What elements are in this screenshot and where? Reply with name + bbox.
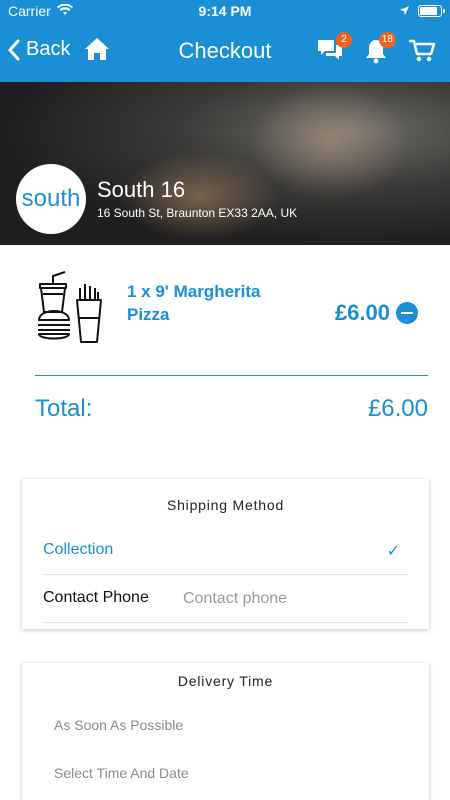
- messages-button[interactable]: 2: [316, 32, 352, 69]
- home-button[interactable]: [84, 36, 110, 67]
- cart-item: 1 x 9' Margherita Pizza £6.00: [35, 268, 430, 358]
- shipping-method-title: Shipping Method: [166, 497, 285, 513]
- restaurant-hero: south South 16 16 South St, Braunton EX3…: [0, 82, 450, 245]
- status-right-group: [399, 3, 445, 19]
- cart-item-name: 1 x 9' Margherita Pizza: [127, 282, 261, 324]
- hero-photo-highlight: [250, 82, 410, 202]
- restaurant-name: South 16: [97, 177, 186, 202]
- back-button[interactable]: Back: [8, 38, 70, 61]
- shipping-option-collection[interactable]: Collection ✓: [43, 527, 408, 575]
- checkmark-icon: ✓: [386, 543, 400, 560]
- home-icon: [85, 38, 109, 60]
- delivery-option-schedule[interactable]: Select Time And Date: [54, 765, 189, 781]
- shopping-cart-icon: [409, 39, 436, 62]
- total-label: Total:: [35, 395, 93, 422]
- battery-fill: [420, 7, 437, 15]
- location-arrow-icon: [399, 3, 410, 19]
- shipping-method-card: Shipping Method Collection ✓ Contact Pho…: [22, 479, 429, 629]
- contact-phone-row: Contact Phone: [43, 575, 408, 623]
- delivery-time-title: Delivery Time: [177, 673, 274, 689]
- restaurant-logo-text: south: [21, 185, 81, 212]
- shipping-option-label: Collection: [43, 541, 114, 558]
- cart-item-price: £6.00: [334, 300, 390, 325]
- contact-phone-label: Contact Phone: [43, 589, 149, 606]
- food-combo-icon: [35, 270, 103, 353]
- back-label: Back: [26, 38, 71, 60]
- contact-phone-input[interactable]: [183, 585, 383, 613]
- restaurant-address: 16 South St, Braunton EX33 2AA, UK: [97, 206, 298, 220]
- delivery-time-card: Delivery Time As Soon As Possible Select…: [22, 663, 429, 800]
- total-divider: [35, 375, 428, 376]
- cart-button[interactable]: [408, 38, 436, 69]
- nav-bar: Back Checkout 2 18: [0, 22, 450, 82]
- status-bar: Carrier 9:14 PM: [0, 0, 450, 22]
- restaurant-logo: south: [16, 164, 86, 234]
- total-value: £6.00: [367, 395, 428, 422]
- remove-item-button[interactable]: [396, 302, 418, 324]
- status-time: 9:14 PM: [198, 3, 252, 19]
- delivery-option-asap[interactable]: As Soon As Possible: [54, 717, 183, 733]
- messages-badge: 2: [336, 32, 352, 48]
- notifications-button[interactable]: 18: [364, 32, 396, 69]
- notifications-badge: 18: [378, 32, 396, 48]
- chevron-left-icon: [8, 39, 20, 60]
- battery-icon: [418, 5, 445, 17]
